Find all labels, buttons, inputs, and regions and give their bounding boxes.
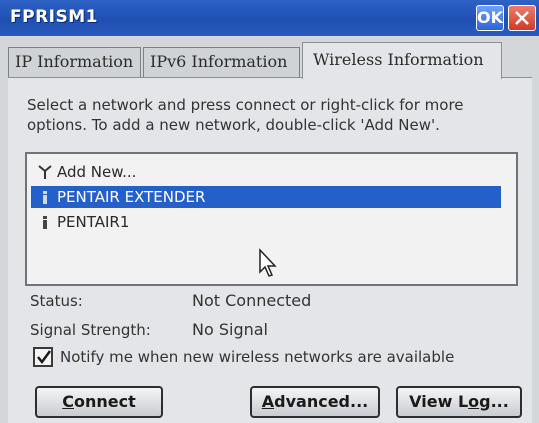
view-log-mnemonic: o — [468, 392, 480, 411]
advanced-mnemonic: A — [261, 392, 275, 411]
notify-label[interactable]: Notify me when new wireless networks are… — [60, 348, 454, 366]
mouse-pointer-icon — [259, 248, 277, 277]
connect-button[interactable]: Connect — [35, 386, 163, 418]
list-item-pentair1[interactable]: PENTAIR1 — [31, 211, 501, 233]
status-value: Not Connected — [192, 291, 312, 310]
close-button[interactable] — [508, 5, 536, 31]
list-item-label: PENTAIR1 — [57, 213, 130, 231]
list-item-label: PENTAIR EXTENDER — [57, 188, 206, 206]
close-icon — [515, 11, 529, 25]
view-log-label-end: g... — [479, 392, 509, 411]
advanced-label: dvanced... — [274, 392, 369, 411]
signal-icon — [43, 216, 47, 229]
antenna-icon — [38, 165, 52, 179]
wireless-settings-window: FPRISM1 OK IP Information IPv6 Informati… — [0, 0, 539, 423]
ok-button[interactable]: OK — [476, 5, 504, 31]
list-item-pentair-extender[interactable]: PENTAIR EXTENDER — [31, 186, 501, 208]
list-item-label: Add New... — [57, 163, 137, 181]
title-bar: FPRISM1 OK — [0, 0, 539, 36]
signal-strength-label: Signal Strength: — [30, 321, 151, 339]
view-log-label-start: View L — [409, 392, 469, 411]
list-item-add-new[interactable]: Add New... — [31, 161, 501, 183]
window-title: FPRISM1 — [10, 7, 98, 27]
signal-icon — [43, 191, 47, 204]
checkmark-icon — [37, 350, 52, 365]
advanced-button[interactable]: Advanced... — [250, 386, 380, 418]
connect-label: onnect — [73, 392, 136, 411]
signal-strength-value: No Signal — [192, 320, 268, 339]
status-label: Status: — [30, 292, 83, 310]
connect-mnemonic: C — [62, 392, 74, 411]
tab-ip-information[interactable]: IP Information — [8, 47, 141, 77]
tab-ipv6-information[interactable]: IPv6 Information — [143, 47, 300, 77]
instructions-text: Select a network and press connect or ri… — [27, 96, 464, 134]
tab-wireless-information[interactable]: Wireless Information — [302, 42, 502, 79]
view-log-button[interactable]: View Log... — [396, 386, 522, 418]
notify-checkbox[interactable] — [33, 347, 53, 367]
